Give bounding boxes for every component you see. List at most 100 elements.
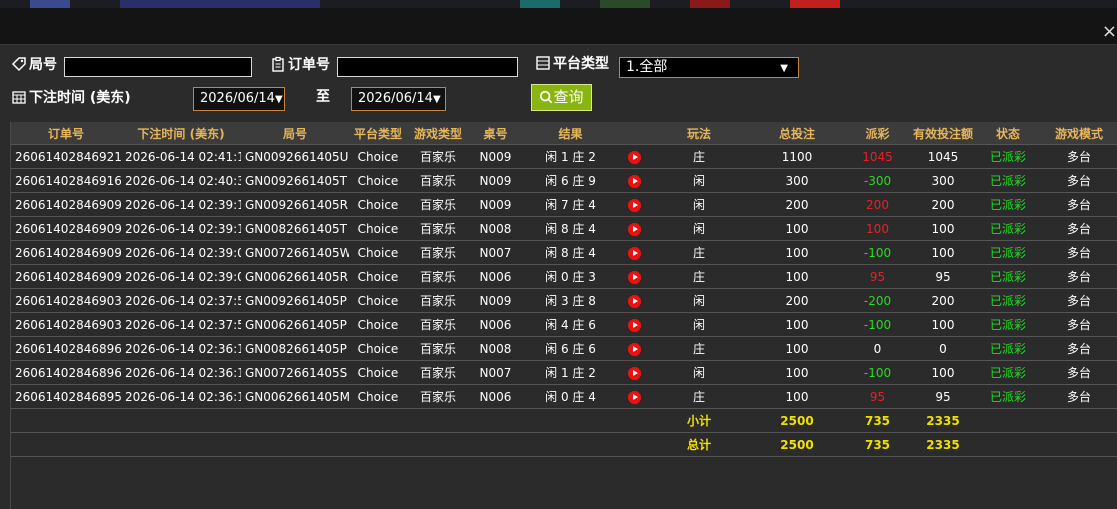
payout-cell: 95 [845,264,910,289]
date-from-picker[interactable]: 2026/06/14▼ [193,87,285,111]
platform-select[interactable]: 1.全部 ▼ [619,57,799,78]
bet-type-cell: 闲 [649,312,749,337]
play-icon[interactable] [627,318,641,332]
bet-type-cell: 庄 [649,384,749,409]
order-id-cell: 260614028468962 [11,360,121,385]
empty-cell [11,432,649,457]
game-mode-cell: 多台 [1040,192,1117,217]
game-type-cell: 百家乐 [407,288,469,313]
game-type-cell: 百家乐 [407,360,469,385]
platform-label: 平台类型 [535,55,609,73]
col-header: 订单号 [11,122,121,145]
video-cell [619,264,649,289]
order-id-cell: 260614028468955 [11,384,121,409]
status-cell: 已派彩 [976,312,1040,337]
server-icon [536,56,550,70]
play-icon[interactable] [627,270,641,284]
result-cell: 闲 7 庄 4 [522,192,619,217]
clipboard-icon [272,56,284,72]
col-header: 游戏类型 [407,122,469,145]
game-type-cell: 百家乐 [407,240,469,265]
payout-cell: 200 [845,192,910,217]
close-icon[interactable]: × [1102,23,1117,41]
col-header [619,122,649,145]
table-no-cell: N009 [469,192,522,217]
game-mode-cell: 多台 [1040,360,1117,385]
bet-time-cell: 2026-06-14 02:39:07 [121,240,241,265]
total-bet-cell: 200 [749,192,845,217]
subtotal-payout: 735 [845,408,910,433]
round-input[interactable] [64,57,252,77]
table-row: 260614028469036 2026-06-14 02:37:51 GN0062… [11,312,1117,337]
search-icon [540,90,553,104]
result-cell: 闲 4 庄 6 [522,312,619,337]
modal-title-bar: × [0,8,1117,45]
col-header: 总投注 [749,122,845,145]
order-id-cell: 260614028468964 [11,336,121,361]
payout-cell: -100 [845,360,910,385]
col-header: 局号 [241,122,349,145]
time-label: 下注时间 (美东) [11,89,131,107]
query-button[interactable]: 查询 [531,84,592,111]
round-label-text: 局号 [29,57,57,73]
round-label: 局号 [11,56,57,74]
play-icon[interactable] [627,174,641,188]
total-bet-cell: 100 [749,264,845,289]
bet-type-cell: 闲 [649,288,749,313]
bet-time-cell: 2026-06-14 02:36:15 [121,336,241,361]
table-row: 260614028469098 2026-06-14 02:39:12 GN0092… [11,192,1117,217]
total-bet-cell: 100 [749,312,845,337]
table-header-row: 订单号 下注时间 (美东) 局号 平台类型 游戏类型 桌号 结果 玩法 总投注 … [11,122,1117,145]
bet-type-cell: 闲 [649,168,749,193]
status-cell: 已派彩 [976,360,1040,385]
total-bet-cell: 100 [749,216,845,241]
play-icon[interactable] [627,246,641,260]
video-cell [619,360,649,385]
platform-cell: Choice [349,168,407,193]
table-row: 260614028469092 2026-06-14 02:39:04 GN0062… [11,264,1117,289]
background-strip [0,0,1117,8]
round-id-cell: GN0082661405T [241,216,349,241]
order-input[interactable] [337,57,518,77]
date-to-picker[interactable]: 2026/06/14▼ [351,87,446,111]
game-mode-cell: 多台 [1040,144,1117,169]
play-icon[interactable] [627,342,641,356]
play-icon[interactable] [627,294,641,308]
valid-bet-cell: 100 [910,360,976,385]
order-id-cell: 260614028469095 [11,216,121,241]
play-icon[interactable] [627,366,641,380]
valid-bet-cell: 0 [910,336,976,361]
bet-records-table: 订单号 下注时间 (美东) 局号 平台类型 游戏类型 桌号 结果 玩法 总投注 … [11,122,1117,457]
game-type-cell: 百家乐 [407,144,469,169]
round-id-cell: GN0062661405R [241,264,349,289]
game-type-cell: 百家乐 [407,312,469,337]
table-no-cell: N006 [469,312,522,337]
game-mode-cell: 多台 [1040,288,1117,313]
valid-bet-cell: 100 [910,312,976,337]
status-cell: 已派彩 [976,144,1040,169]
valid-bet-cell: 200 [910,192,976,217]
result-cell: 闲 1 庄 2 [522,360,619,385]
subtotal-row: 小计 2500 735 2335 [11,408,1117,433]
round-id-cell: GN0082661405P [241,336,349,361]
total-payout: 735 [845,432,910,457]
round-id-cell: GN0092661405R [241,192,349,217]
total-bet-cell: 100 [749,336,845,361]
bet-type-cell: 闲 [649,360,749,385]
payout-cell: 95 [845,384,910,409]
play-icon[interactable] [627,390,641,404]
result-cell: 闲 1 庄 2 [522,144,619,169]
table-row: 260614028468964 2026-06-14 02:36:15 GN0082… [11,336,1117,361]
empty-cell [976,408,1117,433]
order-id-cell: 260614028469160 [11,168,121,193]
date-from-value: 2026/06/14 [200,91,275,106]
payout-cell: 0 [845,336,910,361]
play-icon[interactable] [627,198,641,212]
valid-bet-cell: 100 [910,216,976,241]
play-icon[interactable] [627,150,641,164]
game-mode-cell: 多台 [1040,168,1117,193]
play-icon[interactable] [627,222,641,236]
subtotal-label: 小计 [649,408,749,433]
total-bet-cell: 1100 [749,144,845,169]
game-type-cell: 百家乐 [407,216,469,241]
